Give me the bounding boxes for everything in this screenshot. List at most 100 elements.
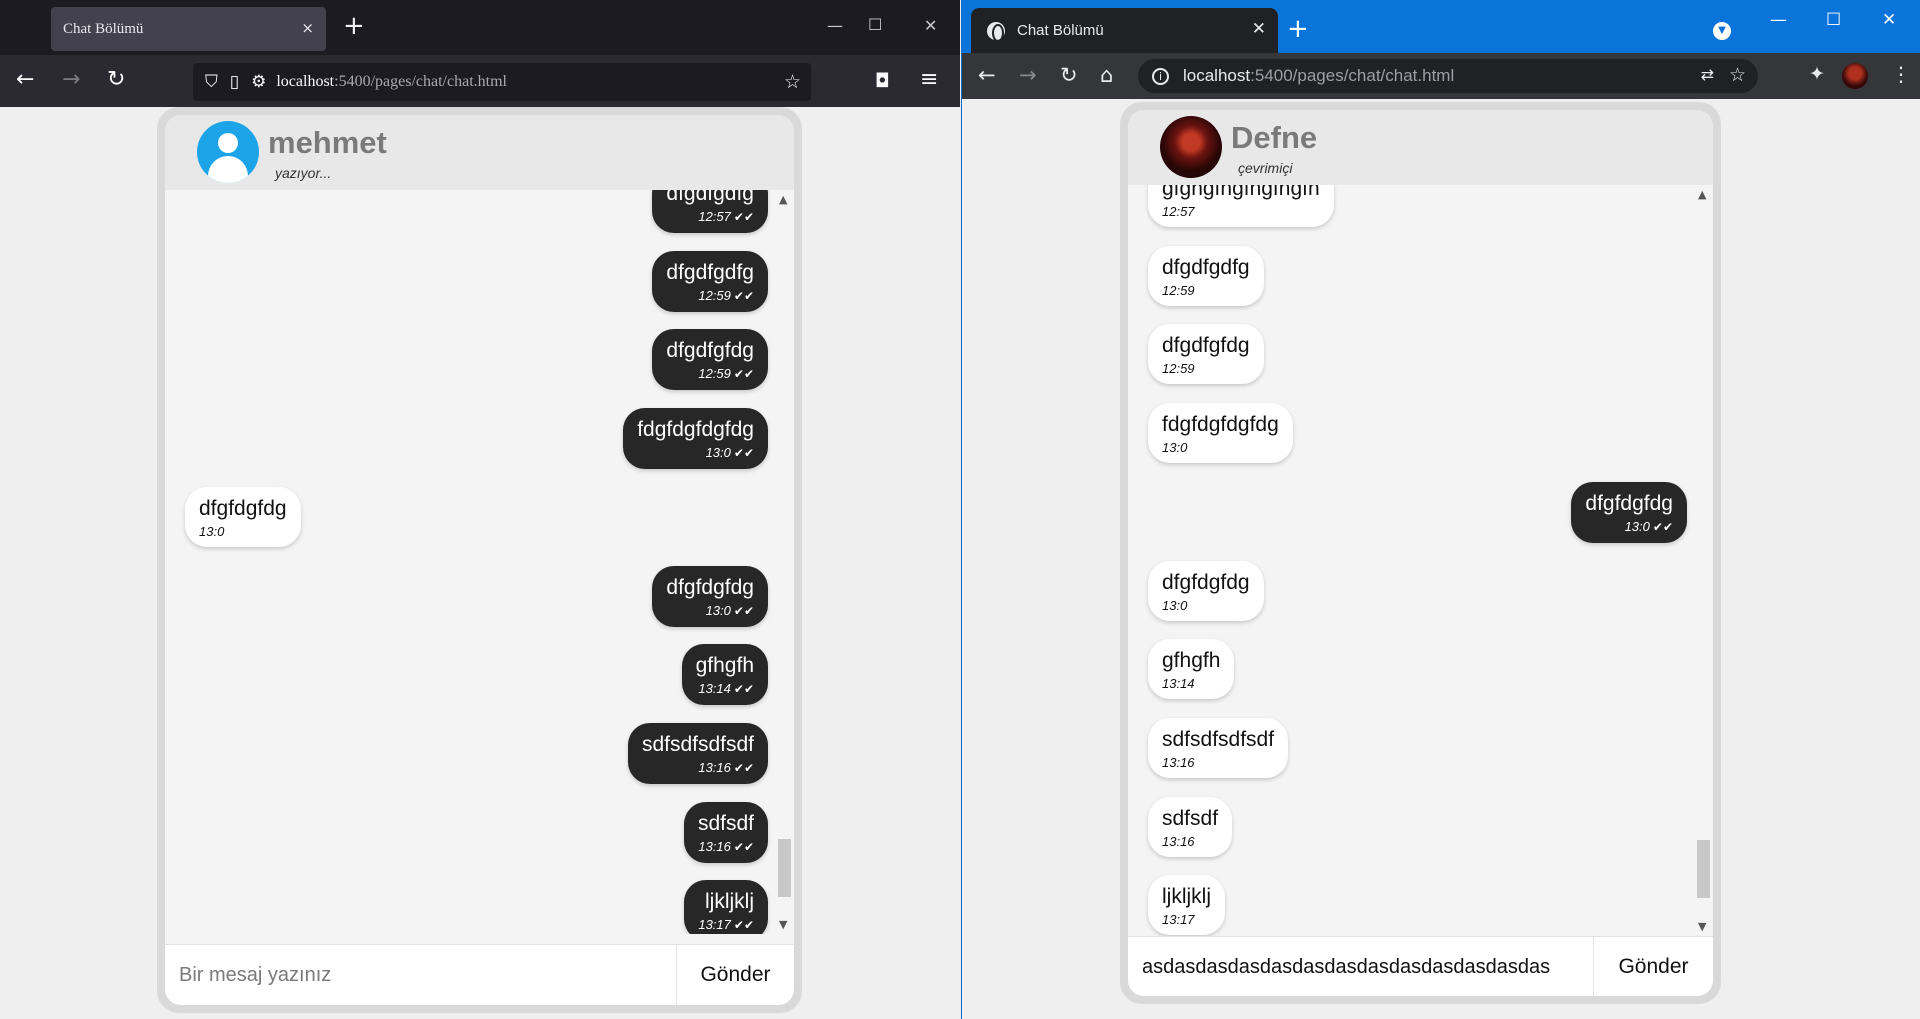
contact-status: çevrimiçi — [1238, 160, 1293, 176]
scrollbar-thumb[interactable] — [1697, 840, 1710, 899]
sent-message: dfgfdgfdg 13:0 ✔✔ — [1571, 481, 1687, 543]
received-message: dfgdfgfdg 12:59 — [1148, 324, 1264, 385]
message-time: 12:57 — [1162, 204, 1195, 219]
profile-avatar[interactable] — [1842, 63, 1868, 89]
message-time: 13:0 — [1162, 597, 1188, 613]
message-time: 13:14 — [698, 681, 731, 697]
read-receipt-icon: ✔✔ — [1652, 519, 1673, 534]
forward-icon[interactable]: → — [1019, 63, 1037, 87]
chrome-tab-bar: Chat Bölümü ✕ + ▼ — ☐ ✕ — [962, 0, 1920, 53]
page-icon: ▯ — [229, 72, 240, 92]
reload-icon[interactable]: ↻ — [1060, 63, 1078, 87]
read-receipt-icon: ✔✔ — [733, 682, 754, 697]
message-input[interactable] — [1128, 937, 1593, 996]
firefox-address-bar[interactable]: ⛉ ▯ ⚙ localhost:5400/pages/chat/chat.htm… — [193, 63, 811, 101]
user-silhouette-icon — [218, 133, 238, 153]
received-message: dfgdfgdfg 12:59 — [1148, 245, 1264, 306]
url-path: :5400/pages/chat/chat.html — [1250, 66, 1455, 85]
close-window-icon[interactable]: ✕ — [1882, 10, 1896, 30]
bookmark-star-icon[interactable]: ☆ — [1729, 64, 1746, 86]
extensions-icon[interactable]: ✦ — [1809, 63, 1825, 85]
message-text: dfgfdgfdg — [199, 496, 287, 520]
scroll-up-icon[interactable]: ▲ — [779, 193, 787, 206]
message-list: gfghgfhgfhgfhgfh 12:57 dfgdfgdfg 12:59 dfgdf… — [1128, 185, 1693, 936]
message-text: dfgdfgdfg — [666, 260, 754, 284]
permissions-icon[interactable]: ⚙ — [251, 72, 266, 92]
back-icon[interactable]: ← — [978, 63, 996, 87]
maximize-icon[interactable]: ☐ — [1826, 10, 1841, 30]
site-info-icon[interactable]: i — [1152, 67, 1169, 85]
message-text: dfgdfgdfg — [1162, 255, 1250, 279]
send-button[interactable]: Gönder — [1593, 937, 1713, 996]
scroll-down-icon[interactable]: ▼ — [1698, 920, 1706, 933]
sent-message: fdgfdgfdgfdg 13:0 ✔✔ — [623, 408, 768, 470]
message-input[interactable] — [165, 945, 670, 1005]
forward-icon[interactable]: → — [62, 67, 80, 93]
reload-icon[interactable]: ↻ — [107, 67, 125, 93]
firefox-tab-chat[interactable]: Chat Bölümü × — [51, 7, 326, 51]
scrollbar[interactable]: ▲ ▼ — [774, 190, 794, 934]
contact-status: yazıyor... — [275, 165, 332, 181]
message-time: 12:59 — [698, 366, 731, 382]
avatar — [197, 121, 259, 183]
avatar — [1160, 116, 1222, 178]
contact-name: mehmet — [268, 125, 387, 160]
firefox-tab-title: Chat Bölümü — [63, 20, 144, 37]
minimize-icon[interactable]: — — [827, 16, 843, 35]
message-composer: Gönder — [1128, 936, 1713, 996]
menu-icon[interactable]: ⋮ — [1891, 62, 1911, 86]
message-time: 12:59 — [1162, 361, 1195, 377]
tab-search-icon[interactable]: ▼ — [1713, 22, 1731, 40]
chat-panel: mehmet yazıyor... dfgdfgdfg 12:57 ✔✔ dfgdfg… — [165, 115, 794, 1005]
menu-icon[interactable]: ≡ — [920, 67, 938, 93]
message-text: dfgfdgfdg — [666, 575, 754, 599]
minimize-icon[interactable]: — — [1770, 10, 1787, 30]
scroll-down-icon[interactable]: ▼ — [779, 918, 787, 931]
chat-panel: Defne çevrimiçi gfghgfhgfhgfhgfh 12:57 dfg… — [1128, 110, 1713, 996]
back-icon[interactable]: ← — [16, 67, 34, 93]
chrome-tab-chat[interactable]: Chat Bölümü ✕ — [971, 8, 1278, 53]
chrome-toolbar: ← → ↻ ⌂ i localhost:5400/pages/chat/chat… — [962, 53, 1920, 99]
received-message: dfgfdgfdg 13:0 — [1148, 560, 1264, 621]
new-tab-icon[interactable]: + — [343, 13, 365, 39]
close-tab-icon[interactable]: × — [301, 19, 314, 37]
send-button[interactable]: Gönder — [676, 945, 794, 1005]
read-receipt-icon: ✔✔ — [733, 603, 754, 618]
home-icon[interactable]: ⌂ — [1100, 63, 1113, 87]
scrollbar[interactable]: ▲ ▼ — [1693, 185, 1713, 936]
bookmark-star-icon[interactable]: ☆ — [784, 71, 801, 93]
close-window-icon[interactable]: ✕ — [924, 16, 937, 35]
sent-message: dfgfdgfdg 13:0 ✔✔ — [652, 565, 768, 627]
message-time: 13:17 — [1162, 912, 1195, 928]
chrome-address-bar[interactable]: i localhost:5400/pages/chat/chat.html ⇄ … — [1138, 59, 1758, 93]
scroll-up-icon[interactable]: ▲ — [1698, 188, 1706, 201]
message-text: fdgfdgfdgfdg — [637, 418, 754, 442]
read-receipt-icon: ✔✔ — [733, 446, 754, 461]
received-message: sdfsdf 13:16 — [1148, 796, 1233, 857]
read-receipt-icon: ✔✔ — [733, 367, 754, 382]
message-text: dfgfdgfdg — [1585, 491, 1673, 515]
pocket-icon[interactable]: ◘ — [875, 68, 890, 94]
message-list: dfgdfgdfg 12:57 ✔✔ dfgdfgdfg 12:59 ✔✔ dfgdfgfd… — [165, 190, 774, 934]
url-path: :5400/pages/chat/chat.html — [334, 73, 507, 90]
maximize-icon[interactable]: ☐ — [868, 15, 882, 34]
message-time: 13:16 — [1162, 833, 1195, 849]
scrollbar-thumb[interactable] — [778, 838, 791, 897]
firefox-toolbar: ← → ↻ ⛉ ▯ ⚙ localhost:5400/pages/chat/ch… — [0, 55, 960, 107]
tracking-shield-icon[interactable]: ⛉ — [205, 72, 218, 92]
close-tab-icon[interactable]: ✕ — [1252, 19, 1266, 39]
message-composer: Gönder — [165, 944, 794, 1005]
message-text: gfhgfh — [695, 654, 754, 678]
message-time: 12:59 — [698, 287, 731, 303]
sent-message: ljkljklj 13:17 ✔✔ — [684, 880, 768, 934]
chrome-window: Chat Bölümü ✕ + ▼ — ☐ ✕ ← → ↻ ⌂ i localh… — [961, 0, 1920, 1019]
message-text: sdfsdfsdfsdf — [1162, 727, 1275, 751]
read-receipt-icon: ✔✔ — [733, 210, 754, 224]
received-message: gfghgfhgfhgfhgfh 12:57 — [1148, 185, 1334, 227]
new-tab-icon[interactable]: + — [1287, 16, 1309, 42]
translate-icon[interactable]: ⇄ — [1701, 65, 1714, 84]
contact-name: Defne — [1231, 120, 1318, 155]
sent-message: dfgdfgdfg 12:57 ✔✔ — [652, 190, 768, 233]
message-time: 13:0 — [705, 602, 731, 618]
message-time: 13:0 — [1624, 518, 1650, 534]
